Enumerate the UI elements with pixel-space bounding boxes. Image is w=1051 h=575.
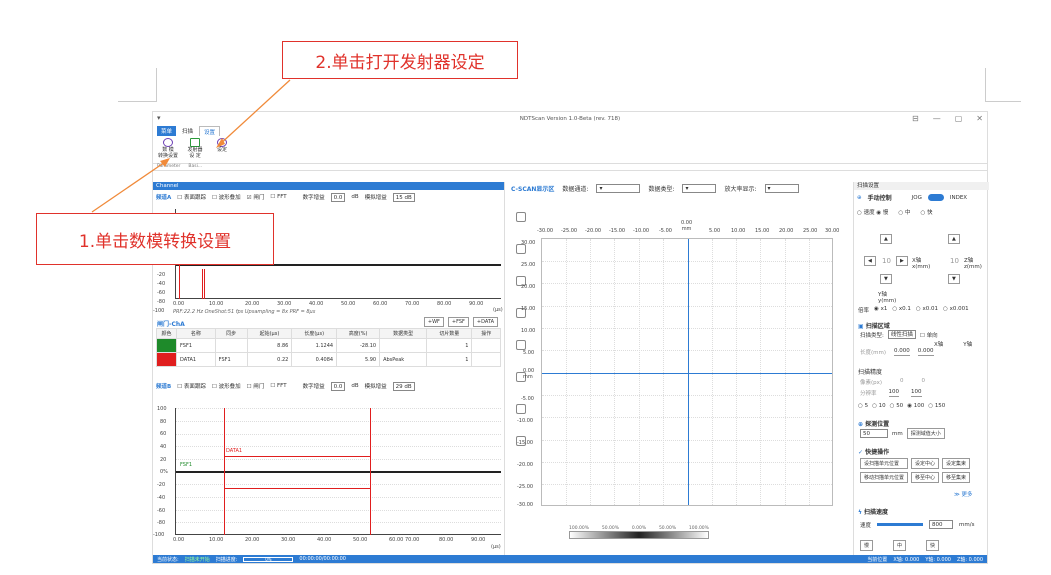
arrow-step1 xyxy=(91,159,169,213)
annotation-arrows xyxy=(91,79,291,213)
callout-step1: 1.单击数模转换设置 xyxy=(36,213,274,265)
arrow-step2-head xyxy=(216,138,225,148)
arrow-step1-head xyxy=(160,158,170,167)
arrow-step2 xyxy=(217,79,291,147)
callout-step2: 2.单击打开发射器设定 xyxy=(282,41,518,79)
